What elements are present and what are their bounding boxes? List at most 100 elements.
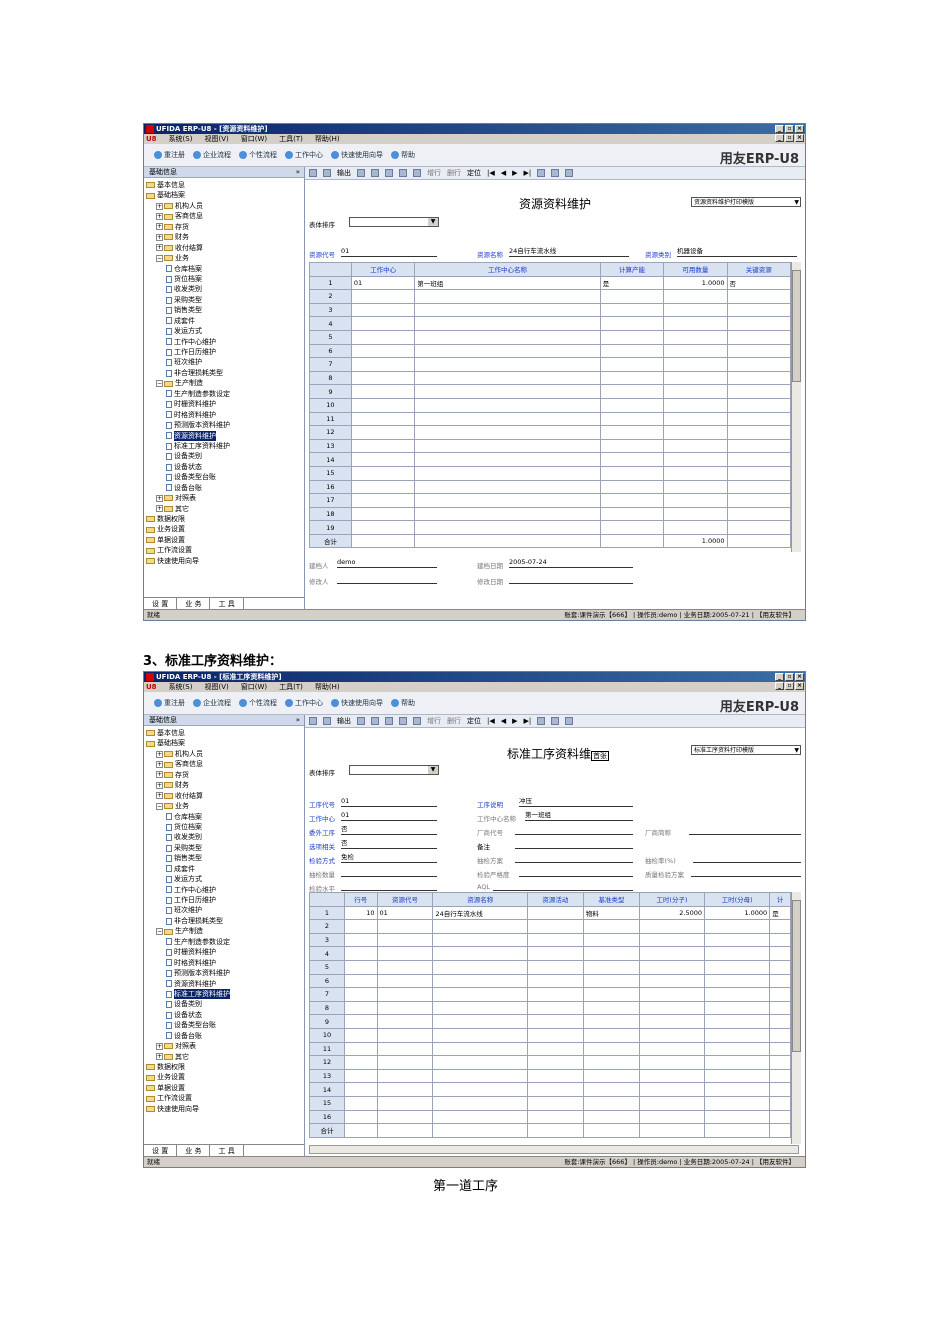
grid-cell[interactable] (663, 465, 728, 481)
row-number[interactable]: 4 (309, 316, 352, 331)
tree-item[interactable]: 设备状态 (146, 462, 304, 472)
tree-item[interactable]: 基础档案 (146, 738, 304, 748)
help-icon[interactable] (551, 717, 560, 725)
row-number[interactable]: 13 (309, 1068, 345, 1084)
save-icon[interactable] (399, 169, 407, 177)
grid-cell[interactable] (638, 1095, 706, 1111)
grid-cell[interactable] (663, 397, 728, 413)
grid-cell[interactable] (432, 1082, 528, 1097)
grid-cell[interactable]: 01 (376, 905, 434, 921)
table-row[interactable]: 1 10 01 24自行车流水线 物料 2.5000 1.0000 是 (309, 905, 791, 921)
next-icon[interactable]: ▶ (512, 169, 517, 177)
grid-cell[interactable] (526, 932, 584, 948)
grid-cell[interactable] (526, 973, 584, 989)
grid-cell[interactable] (599, 343, 665, 359)
preview-icon[interactable] (323, 169, 331, 177)
grid-cell[interactable] (638, 946, 706, 961)
prev-icon[interactable]: ◀ (501, 169, 506, 177)
nav-work-center[interactable]: 工作中心 (285, 150, 323, 160)
grid-cell[interactable] (350, 316, 416, 331)
expand-toggle-icon[interactable]: − (156, 802, 163, 810)
last-icon[interactable]: ▶| (524, 169, 532, 177)
table-row[interactable]: 2 (309, 919, 791, 934)
expand-toggle-icon[interactable]: + (156, 781, 163, 789)
grid-cell[interactable] (376, 946, 434, 961)
table-row[interactable]: 4 (309, 946, 791, 961)
grid-cell[interactable] (663, 370, 728, 386)
row-number[interactable]: 11 (309, 411, 352, 427)
grid-cell[interactable] (376, 1123, 434, 1138)
sample-plan-field[interactable] (515, 853, 633, 863)
nav-personal-flow[interactable]: 个性流程 (239, 698, 277, 708)
grid-cell[interactable] (582, 946, 640, 961)
grid-cell[interactable] (414, 370, 601, 386)
tree-item[interactable]: + 对照表 (146, 1041, 304, 1051)
tree-item[interactable]: + 机构人员 (146, 749, 304, 759)
grid-cell[interactable] (638, 959, 706, 975)
child-close-button[interactable]: × (795, 134, 804, 142)
tree-item[interactable]: − 业务 (146, 801, 304, 811)
row-number[interactable]: 3 (309, 302, 352, 318)
grid-cell[interactable] (599, 520, 665, 535)
tree-item[interactable]: 班次维护 (146, 357, 304, 367)
op-code-field[interactable]: 01 (341, 797, 437, 807)
grid-cell[interactable] (350, 493, 416, 508)
expand-toggle-icon[interactable]: + (156, 233, 163, 241)
grid-cell[interactable] (432, 1014, 528, 1029)
tree-item[interactable]: 工作中心维护 (146, 885, 304, 895)
grid-cell[interactable] (376, 1109, 434, 1125)
expand-toggle-icon[interactable]: + (156, 1053, 163, 1061)
grid-cell[interactable] (704, 919, 771, 934)
nav-work-center[interactable]: 工作中心 (285, 698, 323, 708)
grid-cell[interactable] (638, 1055, 706, 1070)
grid-cell[interactable] (350, 479, 416, 495)
tree-item[interactable]: 资源资料维护 (146, 430, 304, 441)
grid-cell[interactable] (350, 343, 416, 359)
grid-cell[interactable] (638, 1000, 706, 1016)
grid-cell[interactable] (344, 1082, 378, 1097)
grid-cell[interactable] (432, 1041, 528, 1057)
grid-cell[interactable] (704, 1082, 771, 1097)
tree-item[interactable]: + 客商信息 (146, 759, 304, 769)
expand-toggle-icon[interactable]: + (156, 1042, 163, 1050)
grid-cell[interactable]: 24自行车流水线 (432, 905, 528, 921)
grid-cell[interactable] (599, 397, 665, 413)
tree-item[interactable]: 采购类型 (146, 843, 304, 853)
table-row[interactable]: 3 (309, 932, 791, 948)
total-qty[interactable]: 1.0000 (663, 533, 728, 549)
grid-cell[interactable] (769, 1082, 791, 1097)
resource-type-field[interactable]: 机器设备 (677, 247, 797, 257)
grid-cell[interactable] (350, 357, 416, 372)
tree-item[interactable]: 预测版本资料维护 (146, 968, 304, 978)
table-row[interactable]: 7 (309, 987, 791, 1002)
tree-item[interactable]: 基本信息 (146, 728, 304, 738)
tree-item[interactable]: + 客商信息 (146, 211, 304, 221)
expand-toggle-icon[interactable]: + (156, 213, 163, 221)
tree-item[interactable]: 设备台账 (146, 1031, 304, 1041)
tree-item[interactable]: 发运方式 (146, 874, 304, 884)
grid-cell[interactable] (414, 506, 601, 522)
tree-item[interactable]: 设备状态 (146, 1010, 304, 1020)
grid-cell[interactable] (414, 384, 601, 399)
row-number[interactable]: 10 (309, 1027, 345, 1043)
grid-cell[interactable] (638, 1109, 706, 1125)
tree-item[interactable]: + 收付结算 (146, 243, 304, 253)
grid-cell[interactable] (704, 973, 771, 989)
undo-icon[interactable] (413, 717, 421, 725)
nav-enterprise-flow[interactable]: 企业流程 (193, 698, 231, 708)
next-icon[interactable]: ▶ (512, 717, 517, 725)
locate-button[interactable]: 定位 (467, 168, 481, 178)
grid-cell[interactable] (432, 932, 528, 948)
grid-cell[interactable] (704, 946, 771, 961)
tree-item[interactable]: 基础档案 (146, 190, 304, 200)
grid-cell[interactable] (599, 357, 665, 372)
grid-cell[interactable] (526, 905, 584, 921)
grid-cell[interactable] (344, 932, 378, 948)
row-number[interactable]: 9 (309, 384, 352, 399)
grid-cell[interactable] (599, 493, 665, 508)
grid-cell[interactable] (726, 438, 792, 454)
grid-cell[interactable] (726, 302, 792, 318)
exit-icon[interactable] (565, 169, 574, 177)
grid-cell[interactable] (350, 411, 416, 427)
tree-item[interactable]: + 机构人员 (146, 201, 304, 211)
